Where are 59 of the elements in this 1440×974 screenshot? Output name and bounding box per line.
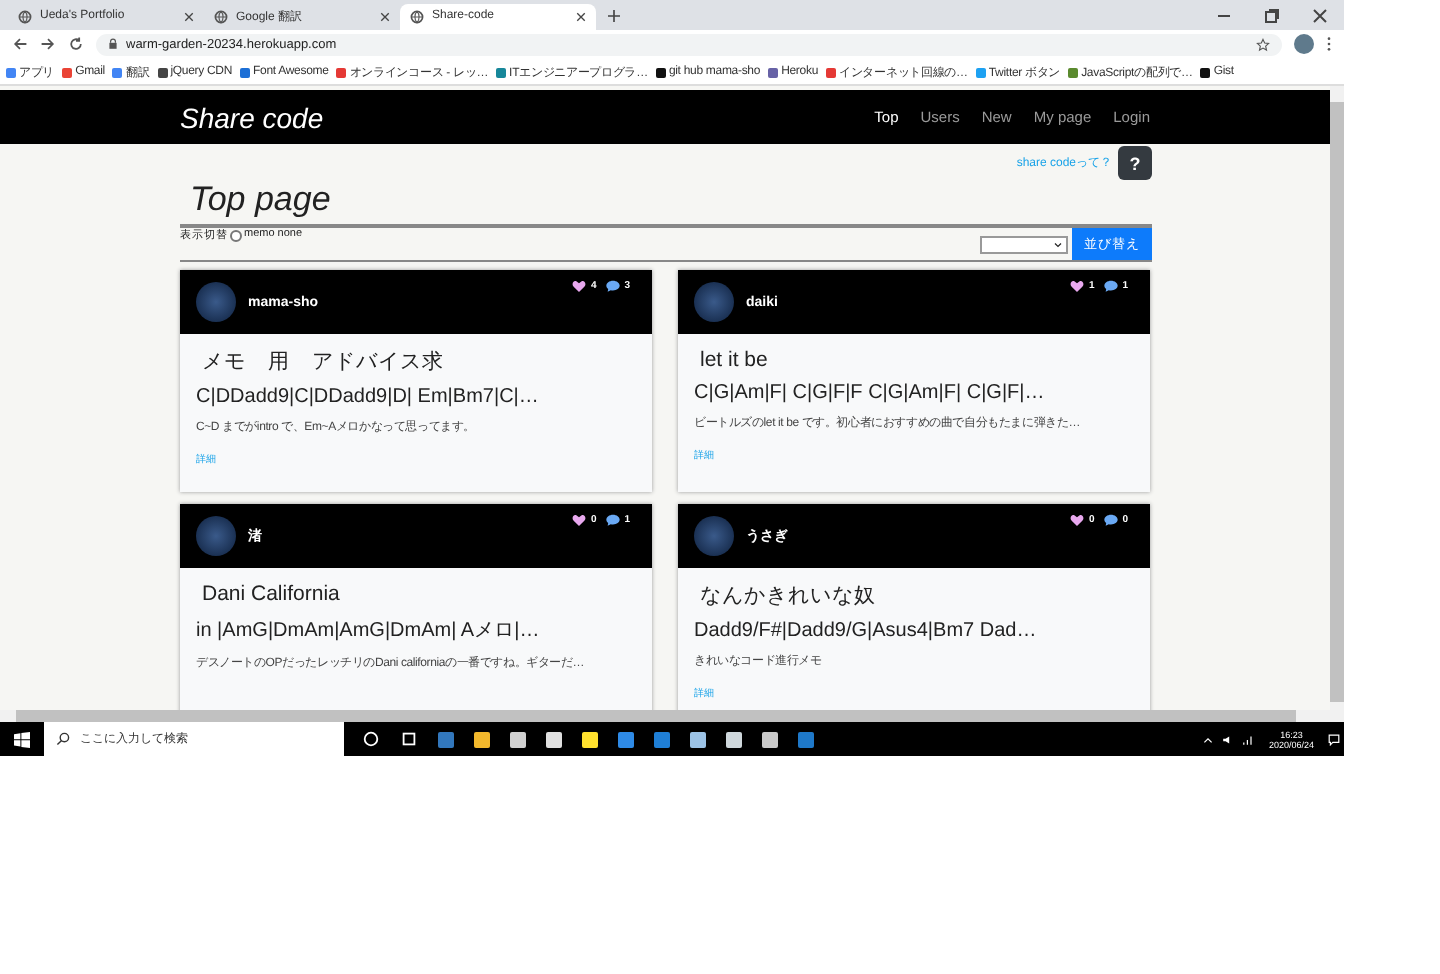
sort-dropdown[interactable] (980, 235, 1068, 253)
chord-progression: Dadd9/F#|Dadd9/G|Asus4|Bm7 Dad… (694, 620, 1039, 642)
app-icon[interactable] (762, 731, 778, 747)
menu-icon[interactable] (1326, 36, 1332, 53)
scrollbar-thumb[interactable] (16, 710, 1296, 722)
task-view-icon[interactable] (400, 730, 418, 748)
avatar (694, 282, 734, 322)
post-title: メモ 用 アドバイス求 (202, 348, 446, 376)
caret-icon[interactable] (1202, 733, 1215, 745)
app-icon[interactable] (510, 731, 526, 747)
app-icon[interactable] (582, 731, 598, 747)
post-title: なんかきれいな奴 (700, 582, 878, 610)
close-icon[interactable] (576, 11, 586, 22)
chord-progression: C|G|Am|F| C|G|F|F C|G|Am|F| C|G|F|… (694, 382, 1047, 404)
app-icon[interactable] (726, 731, 742, 747)
avatar (196, 516, 236, 556)
page-title: Top page (190, 180, 333, 220)
post-title: let it be (700, 348, 770, 372)
chord-progression: C|DDadd9|C|DDadd9|D| Em|Bm7|C|… (196, 386, 541, 408)
restore-icon[interactable] (1262, 5, 1282, 26)
avatar (694, 516, 734, 556)
volume-icon[interactable] (1222, 733, 1235, 745)
comment-icon[interactable] (606, 514, 621, 526)
search-icon (56, 732, 70, 746)
network-icon[interactable] (1242, 733, 1255, 745)
globe-icon (18, 9, 32, 24)
heart-icon[interactable] (1070, 514, 1085, 526)
close-icon[interactable] (1310, 5, 1330, 26)
app-icon[interactable] (690, 731, 706, 747)
reload-icon[interactable] (68, 36, 84, 53)
lock-icon (108, 38, 118, 51)
chevron-icon (1054, 241, 1062, 247)
back-icon[interactable] (12, 36, 28, 53)
post-title: Dani California (202, 582, 342, 606)
globe-icon (410, 9, 424, 24)
new-tab-icon[interactable] (608, 9, 620, 22)
comment-icon[interactable] (606, 280, 621, 292)
windows-icon[interactable] (14, 731, 30, 747)
star-icon[interactable] (1256, 37, 1270, 52)
app-icon[interactable] (474, 731, 490, 747)
comment-icon[interactable] (1104, 514, 1119, 526)
scrollbar-thumb[interactable] (1330, 102, 1344, 702)
comment-icon[interactable] (1104, 280, 1119, 292)
help-button[interactable]: ? (1118, 146, 1152, 180)
forward-icon[interactable] (40, 36, 56, 53)
notification-icon[interactable] (1328, 733, 1340, 745)
globe-icon (214, 9, 228, 24)
heart-icon[interactable] (572, 514, 587, 526)
avatar (196, 282, 236, 322)
heart-icon[interactable] (572, 280, 587, 292)
circle-icon[interactable] (362, 730, 380, 748)
close-icon[interactable] (184, 11, 194, 22)
site-logo[interactable]: Share code (180, 101, 324, 133)
profile-avatar[interactable] (1294, 34, 1314, 55)
heart-icon[interactable] (1070, 280, 1085, 292)
app-icon[interactable] (546, 731, 562, 747)
chord-progression: in |AmG|DmAm|AmG|DmAm| Aメロ|… (196, 618, 542, 644)
radio-button[interactable] (230, 230, 242, 242)
close-icon[interactable] (380, 11, 390, 22)
